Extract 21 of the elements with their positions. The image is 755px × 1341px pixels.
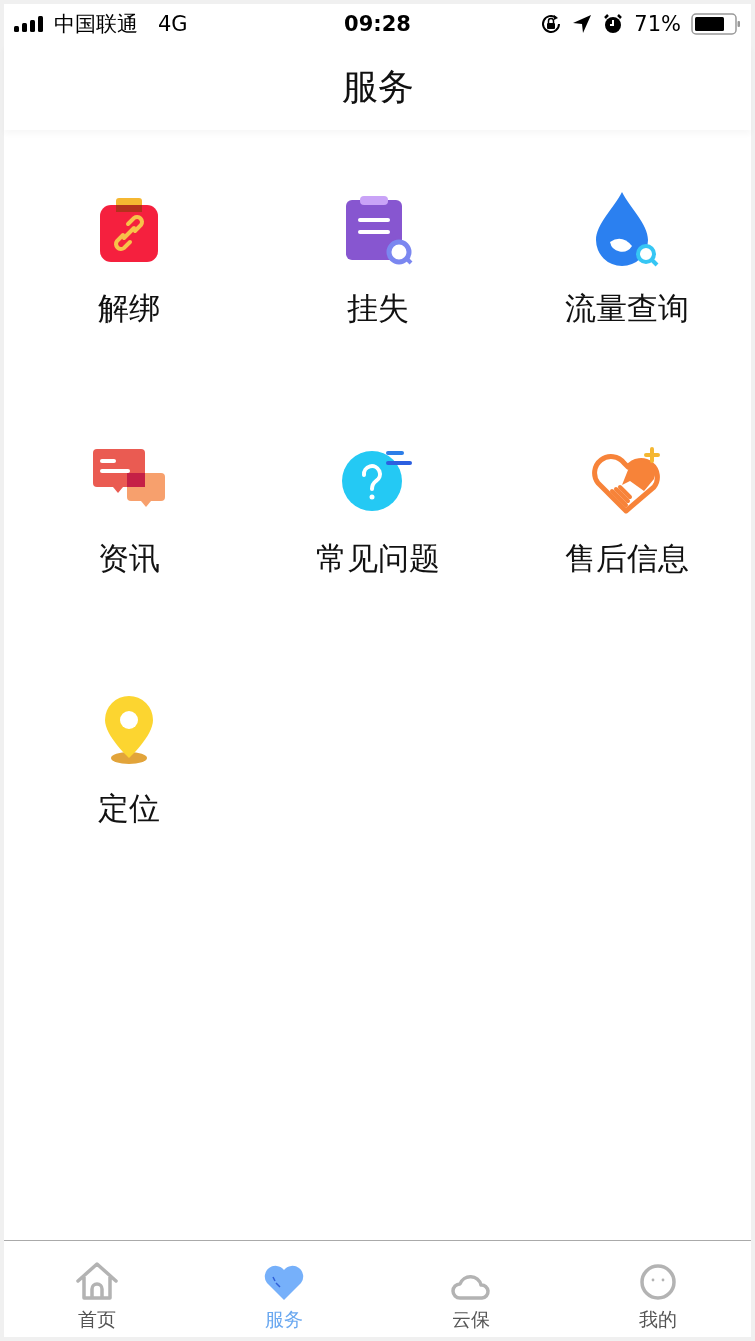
service-label[interactable]: 挂失 bbox=[346, 288, 409, 330]
tab[interactable]: 我的 bbox=[564, 1241, 751, 1337]
clock-time: 09:28 bbox=[344, 12, 411, 36]
service-label[interactable]: 流量查询 bbox=[564, 288, 689, 330]
tab[interactable]: 云保 bbox=[377, 1241, 565, 1337]
network-type: 4G bbox=[158, 12, 188, 36]
service-label[interactable]: 常见问题 bbox=[315, 538, 440, 580]
heart-icon bbox=[263, 1265, 306, 1301]
home-icon bbox=[75, 1261, 120, 1301]
face-icon bbox=[638, 1263, 677, 1301]
tab[interactable]: 首页 bbox=[4, 1241, 191, 1337]
service-label[interactable]: 资讯 bbox=[97, 538, 160, 580]
service-label[interactable]: 售后信息 bbox=[564, 538, 689, 580]
carrier-name: 中国联通 bbox=[54, 11, 138, 38]
battery-percent: 71% bbox=[634, 12, 681, 36]
page-title: 服务 bbox=[341, 64, 414, 109]
battery-icon bbox=[691, 13, 741, 35]
rotation-lock-icon bbox=[540, 13, 563, 35]
service-label[interactable]: 定位 bbox=[97, 788, 160, 830]
service-label[interactable]: 解绑 bbox=[97, 288, 160, 330]
location-arrow-icon bbox=[572, 14, 593, 34]
